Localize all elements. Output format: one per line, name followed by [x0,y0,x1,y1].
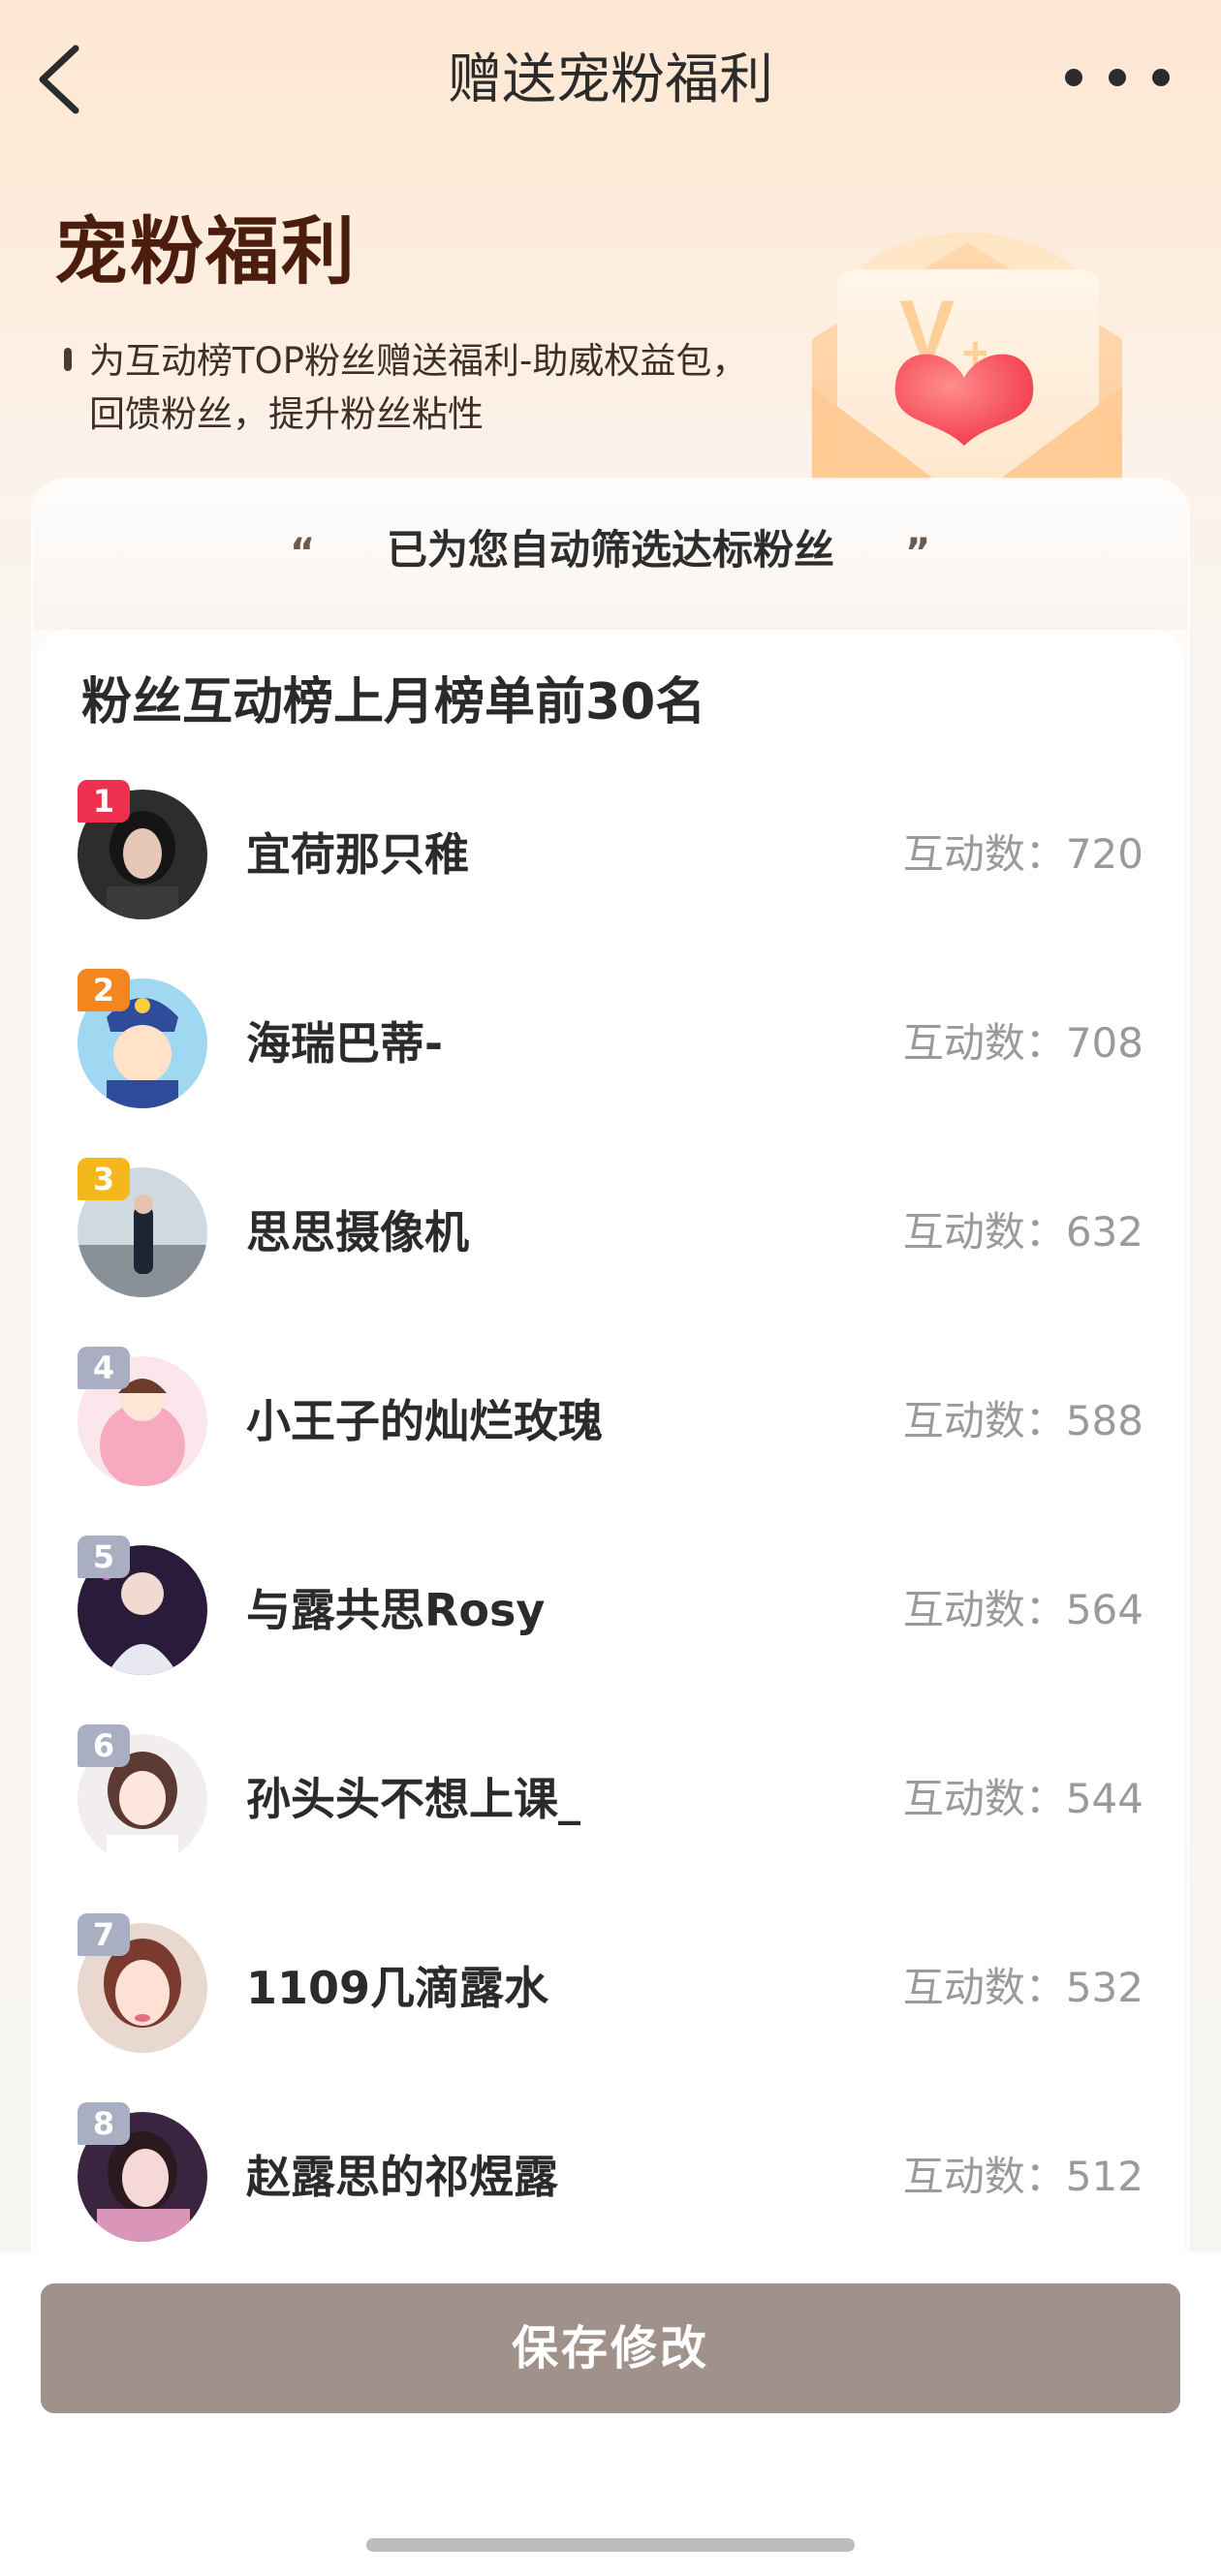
rank-badge: 4 [78,1347,130,1389]
save-button[interactable]: 保存修改 [41,2283,1180,2413]
rank-badge: 1 [78,780,130,822]
interaction-count: 互动数：720 [902,830,1143,878]
rank-badge: 8 [78,2102,130,2145]
more-button[interactable] [1054,58,1180,97]
top-nav-bar: 赠送宠粉福利 [0,0,1221,160]
interaction-count: 互动数：564 [902,1586,1143,1633]
fan-name: 孙头头不想上课_ [246,1773,580,1825]
list-item[interactable]: 5 与露共思Rosy 互动数：564 [37,1516,1184,1705]
list-item[interactable]: 3 思思摄像机 互动数：632 [37,1138,1184,1327]
interaction-count: 互动数：632 [902,1208,1143,1256]
list-item[interactable]: 6 孙头头不想上课_ 互动数：544 [37,1705,1184,1894]
fan-selection-card: “ 已为您自动筛选达标粉丝 ” 粉丝互动榜上月榜单前30名 1 宜荷那只稚 互动 [33,480,1188,2320]
list-item[interactable]: 2 海瑞巴蒂- 互动数：708 [37,949,1184,1138]
rank-badge: 5 [78,1536,130,1578]
interaction-count: 互动数：532 [902,1964,1143,2011]
rank-badge: 7 [78,1913,130,1956]
home-indicator[interactable] [366,2538,855,2552]
rank-badge: 6 [78,1724,130,1767]
bottom-action-bar: 保存修改 [0,2252,1221,2576]
list-item[interactable]: 4 小王子的灿烂玫瑰 互动数：588 [37,1327,1184,1516]
interaction-count: 互动数：588 [902,1397,1143,1444]
card-header: “ 已为您自动筛选达标粉丝 ” [33,480,1188,630]
interaction-count: 互动数：708 [902,1019,1143,1067]
fan-name: 海瑞巴蒂- [246,1017,444,1070]
list-item[interactable]: 1 宜荷那只稚 互动数：720 [37,760,1184,949]
more-dots-icon [1065,69,1170,86]
fan-name: 小王子的灿烂玫瑰 [246,1395,603,1447]
hero-description: 为互动榜TOP粉丝赠送福利-助威权益包， 回馈粉丝，提升粉丝粘性 [89,334,826,441]
list-item[interactable]: 8 赵露思的祁煜露 互动数：512 [37,2083,1184,2272]
fan-list: 粉丝互动榜上月榜单前30名 1 宜荷那只稚 互动数：720 2 海瑞巴蒂- 互动… [37,630,1184,2320]
rank-badge: 3 [78,1158,130,1200]
interaction-count: 互动数：544 [902,1775,1143,1822]
hero-description-line: 为互动榜TOP粉丝赠送福利-助威权益包， [89,340,748,382]
list-title: 粉丝互动榜上月榜单前30名 [81,673,706,731]
hero-description-marker [64,348,72,371]
fan-name: 赵露思的祁煜露 [246,2151,558,2203]
quote-right: ” [905,531,931,575]
page: 赠送宠粉福利 宠粉福利 为互动榜TOP粉丝赠送福利-助威权益包， 回馈粉丝，提升… [0,0,1221,2576]
fan-name: 宜荷那只稚 [246,828,469,881]
page-title: 赠送宠粉福利 [448,48,773,111]
hero-title: 宠粉福利 [54,208,357,295]
fan-name: 思思摄像机 [246,1206,469,1258]
rank-badge: 2 [78,969,130,1011]
interaction-count: 互动数：512 [902,2153,1143,2200]
list-item[interactable]: 7 1109几滴露水 互动数：532 [37,1894,1184,2083]
hero-description-line: 回馈粉丝，提升粉丝粘性 [89,393,484,435]
fan-name: 与露共思Rosy [246,1584,546,1636]
card-header-text: 已为您自动筛选达标粉丝 [386,526,834,574]
fan-name: 1109几滴露水 [246,1962,549,2014]
